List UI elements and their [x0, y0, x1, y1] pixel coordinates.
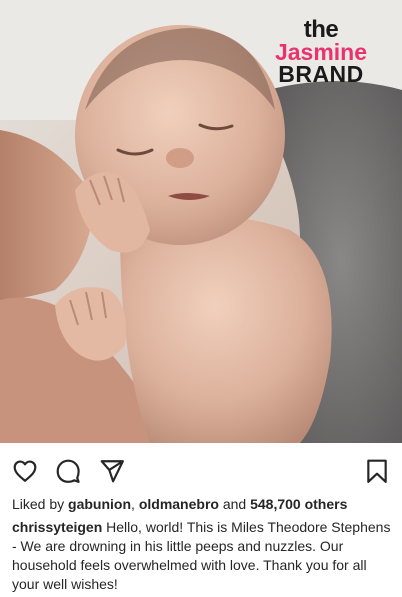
bookmark-icon[interactable]	[364, 458, 390, 484]
post-caption: chrissyteigen Hello, world! This is Mile…	[12, 518, 392, 594]
likes-and: and	[218, 496, 251, 512]
likes-prefix: Liked by	[12, 496, 69, 512]
watermark-brand: BRAND	[278, 61, 364, 87]
post-action-bar	[0, 452, 402, 488]
caption-username[interactable]: chrissyteigen	[12, 519, 102, 535]
brand-watermark: the Jasmine BRAND	[262, 18, 380, 86]
liker-oldmanebro[interactable]: oldmanebro	[139, 496, 219, 512]
likes-summary: Liked by gabunion, oldmanebro and 548,70…	[12, 496, 347, 512]
post-photo[interactable]: the Jasmine BRAND	[0, 0, 402, 443]
share-icon[interactable]	[99, 458, 125, 484]
likes-count[interactable]: 548,700 others	[250, 496, 347, 512]
heart-icon[interactable]	[12, 458, 38, 484]
liker-gabunion[interactable]: gabunion	[68, 496, 131, 512]
likes-separator: ,	[131, 496, 139, 512]
comment-icon[interactable]	[55, 458, 81, 484]
